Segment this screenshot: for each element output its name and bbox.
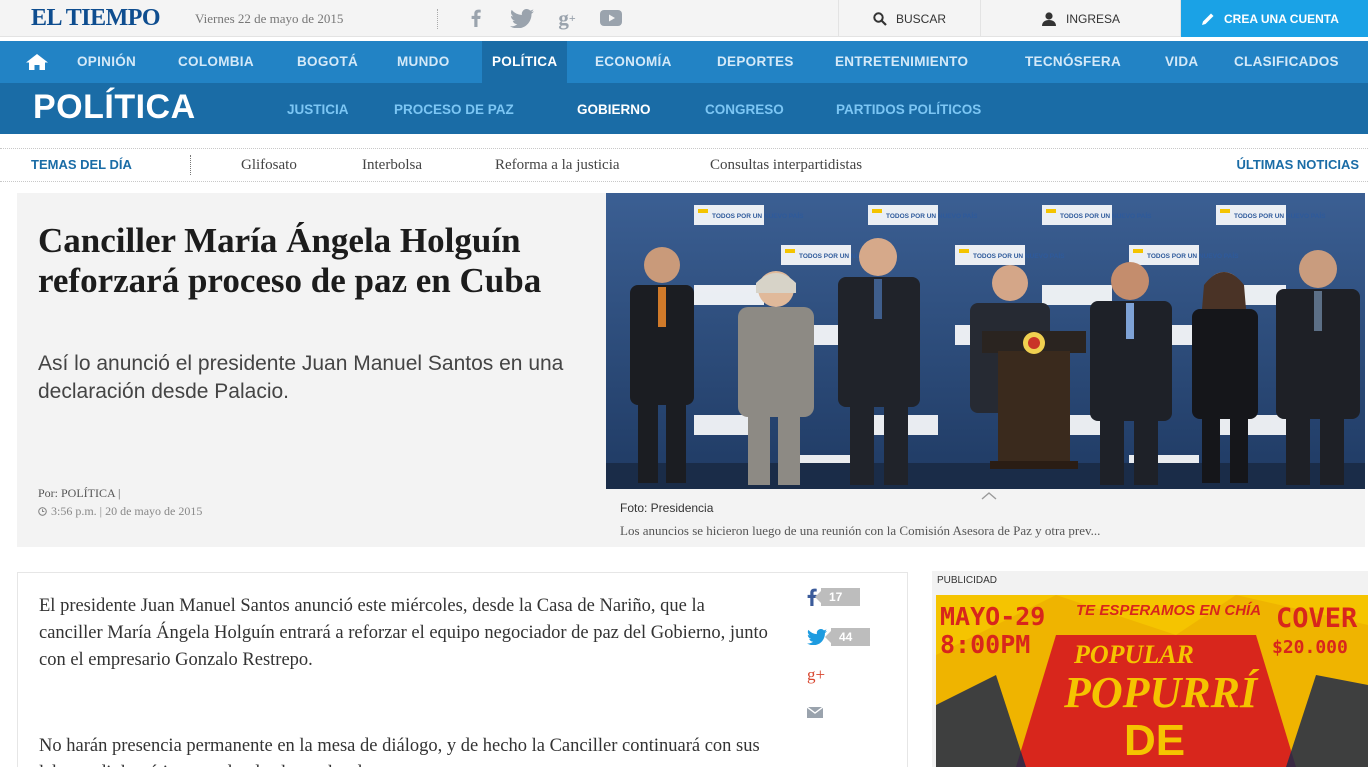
article-paragraph: El presidente Juan Manuel Santos anunció… — [39, 596, 768, 670]
ad-date-line1: MAYO-29 — [940, 602, 1045, 631]
article-body: El presidente Juan Manuel Santos anunció… — [17, 572, 908, 767]
subnav-item-gobierno[interactable]: GOBIERNO — [577, 83, 651, 134]
backdrop-logo-text: TODOS POR UN NUEVO PAÍS — [712, 211, 804, 220]
subnav-item-partidos-politicos[interactable]: PARTIDOS POLÍTICOS — [836, 83, 981, 134]
login-button[interactable]: INGRESA — [980, 0, 1181, 37]
email-share-button[interactable] — [807, 707, 823, 718]
search-icon — [873, 11, 887, 26]
backdrop-logo-text: TODOS POR UN NUEVO PAÍS — [1060, 211, 1152, 220]
ad-title-line2: DE — [1124, 716, 1185, 765]
nav-item-mundo[interactable]: MUNDO — [397, 41, 450, 83]
hero-article: Canciller María Ángela Holguín reforzará… — [17, 193, 1365, 547]
twitter-share-count: 44 — [824, 628, 871, 646]
backdrop-logo-text: TODOS POR UN NUEVO PAÍS — [973, 251, 1065, 260]
facebook-share-button[interactable]: 17 — [807, 588, 861, 606]
google-plus-share-button[interactable]: g+ — [807, 665, 825, 685]
photo-credit: Foto: Presidencia — [620, 501, 714, 515]
ad-cover-label: COVER — [1276, 603, 1358, 634]
twitter-icon[interactable] — [508, 6, 536, 30]
backdrop-logo-text: TODOS POR UN NUEVO PAÍS — [1147, 251, 1239, 260]
create-account-button[interactable]: CREA UNA CUENTA — [1181, 0, 1368, 37]
trending-label: TEMAS DEL DÍA — [31, 157, 132, 172]
clock-icon — [38, 507, 47, 516]
ad-brand: POPULAR — [1073, 640, 1194, 669]
article-photo[interactable]: TODOS POR UN NUEVO PAÍS TODOS POR UN NUE… — [606, 193, 1365, 489]
subnav-item-congreso[interactable]: CONGRESO — [705, 83, 784, 134]
article-headline: Canciller María Ángela Holguín reforzará… — [38, 221, 542, 300]
nav-item-politica[interactable]: POLÍTICA — [482, 41, 568, 83]
ad-slogan: TE ESPERAMOS EN CHÍA — [1076, 602, 1261, 619]
nav-item-entretenimiento[interactable]: ENTRETENIMIENTO — [835, 41, 968, 83]
facebook-share-count: 17 — [814, 588, 861, 606]
divider — [190, 155, 191, 175]
subnav-item-justicia[interactable]: JUSTICIA — [287, 83, 349, 134]
google-plus-icon: g+ — [807, 665, 826, 684]
ad-title-line1: POPURRÍ — [1063, 668, 1260, 717]
create-account-label: CREA UNA CUENTA — [1224, 11, 1339, 26]
nav-item-clasificados[interactable]: CLASIFICADOS — [1234, 41, 1339, 83]
advertisement-banner[interactable]: MAYO-29 8:00PM TE ESPERAMOS EN CHÍA COVE… — [936, 595, 1368, 767]
trending-topics-bar: TEMAS DEL DÍA Glifosato Interbolsa Refor… — [0, 148, 1368, 182]
divider — [437, 9, 438, 29]
pencil-icon — [1202, 13, 1214, 25]
section-bar: POLÍTICA JUSTICIA PROCESO DE PAZ GOBIERN… — [0, 83, 1368, 134]
user-icon — [1041, 11, 1056, 26]
search-button[interactable]: BUSCAR — [838, 0, 980, 37]
backdrop-logo-text: TODOS POR UN NUEVO PAÍS — [886, 211, 978, 220]
nav-item-colombia[interactable]: COLOMBIA — [178, 41, 254, 83]
photo-caption: Los anuncios se hicieron luego de una re… — [620, 523, 1101, 538]
ad-date-line2: 8:00PM — [940, 630, 1030, 659]
nav-item-economia[interactable]: ECONOMÍA — [595, 41, 672, 83]
chevron-up-icon[interactable] — [979, 491, 999, 501]
trending-item[interactable]: Reforma a la justicia — [495, 157, 620, 174]
google-plus-icon[interactable]: g + — [553, 6, 581, 30]
nav-item-opinion[interactable]: OPINIÓN — [77, 41, 136, 83]
main-navigation: OPINIÓN COLOMBIA BOGOTÁ MUNDO POLÍTICA E… — [0, 41, 1368, 83]
article-paragraph: No harán presencia permanente en la mesa… — [39, 736, 760, 767]
login-label: INGRESA — [1065, 11, 1120, 26]
twitter-icon — [807, 629, 827, 645]
article-summary: Así lo anunció el presidente Juan Manuel… — [38, 352, 564, 403]
facebook-icon[interactable] — [466, 6, 486, 30]
nav-item-deportes[interactable]: DEPORTES — [717, 41, 794, 83]
backdrop-logo-text: TODOS POR UN NUEVO PAÍS — [1234, 211, 1326, 220]
ad-label: PUBLICIDAD — [937, 575, 998, 586]
site-logo[interactable]: EL TIEMPO — [31, 5, 161, 32]
trending-item[interactable]: Consultas interpartidistas — [710, 157, 862, 174]
youtube-icon[interactable] — [598, 6, 624, 30]
home-icon[interactable] — [26, 54, 48, 70]
trending-item[interactable]: Interbolsa — [362, 157, 422, 174]
article-time: 3:56 p.m. | 20 de mayo de 2015 — [51, 504, 203, 518]
subnav-item-proceso-de-paz[interactable]: PROCESO DE PAZ — [394, 83, 514, 134]
envelope-icon — [807, 707, 823, 718]
article-timestamp: 3:56 p.m. | 20 de mayo de 2015 — [38, 504, 202, 519]
ad-cover-price: $20.000 — [1272, 637, 1348, 658]
nav-item-bogota[interactable]: BOGOTÁ — [297, 41, 358, 83]
top-bar: EL TIEMPO Viernes 22 de mayo de 2015 g + … — [0, 0, 1368, 37]
twitter-share-button[interactable]: 44 — [807, 628, 871, 646]
section-title[interactable]: POLÍTICA — [33, 88, 196, 127]
article-byline: Por: POLÍTICA | — [38, 486, 121, 500]
search-label: BUSCAR — [895, 11, 946, 26]
current-date: Viernes 22 de mayo de 2015 — [195, 11, 344, 26]
latest-news-link[interactable]: ÚLTIMAS NOTICIAS — [1236, 157, 1359, 172]
nav-item-vida[interactable]: VIDA — [1165, 41, 1198, 83]
nav-item-tecnosfera[interactable]: TECNÓSFERA — [1025, 41, 1121, 83]
trending-item[interactable]: Glifosato — [241, 157, 297, 174]
